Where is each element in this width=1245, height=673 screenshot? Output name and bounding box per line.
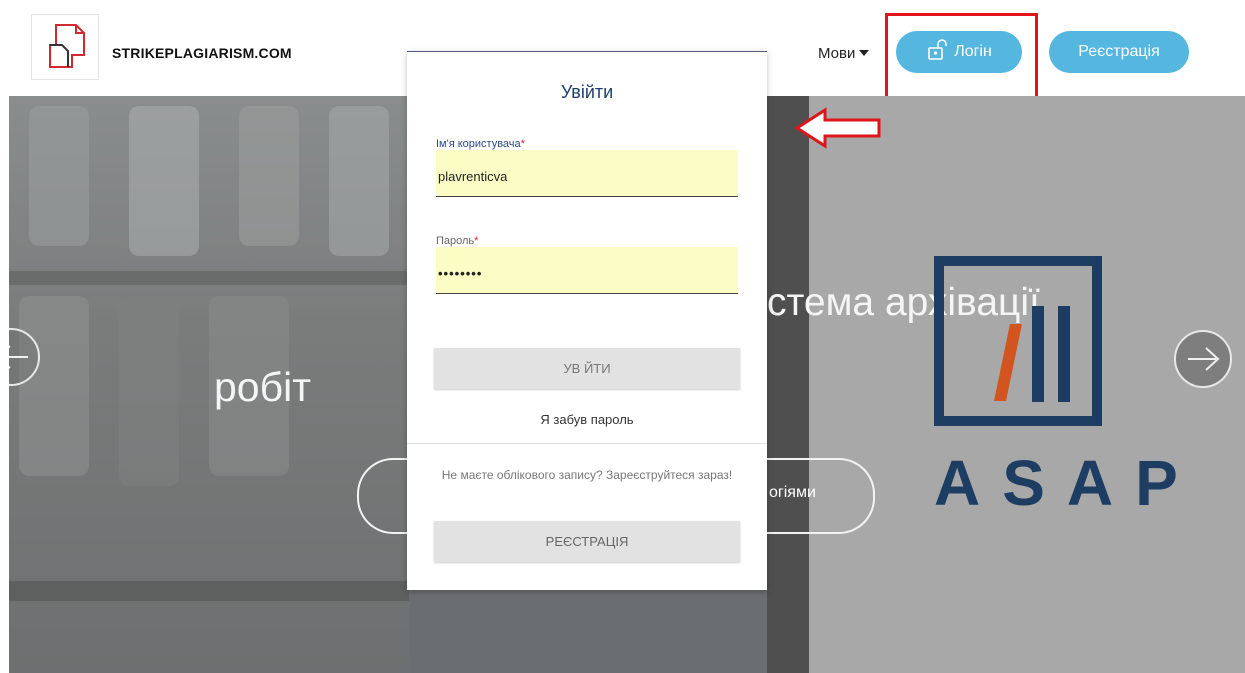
dark-strip: [767, 96, 809, 673]
required-mark: *: [520, 138, 525, 150]
carousel-next-button[interactable]: [1174, 330, 1232, 388]
document-logo-icon: [49, 24, 85, 68]
asap-logo-text: ASAP: [934, 447, 1200, 519]
book-shape: [239, 106, 299, 246]
asap-logo-mark: [994, 306, 1070, 402]
login-submit-button[interactable]: УВ ЙТИ: [434, 348, 740, 389]
modal-register-button[interactable]: РЕЄСТРАЦІЯ: [434, 521, 740, 562]
shelf-board: [9, 581, 409, 601]
modal-divider: [407, 443, 767, 444]
book-shape: [329, 106, 389, 256]
username-field[interactable]: plavrenticva: [436, 150, 738, 197]
book-shape: [129, 106, 199, 256]
password-label: Пароль*: [436, 235, 478, 247]
site-logo[interactable]: [31, 14, 99, 80]
hero-headline-left: робіт: [214, 364, 311, 410]
required-mark: *: [474, 235, 479, 247]
brand-name[interactable]: STRIKEPLAGIARISM.COM: [112, 45, 292, 61]
modal-top-border: [407, 51, 767, 52]
hero-cta-text[interactable]: огіями: [769, 484, 816, 502]
bookshelf-background: [9, 96, 409, 673]
chevron-left-icon: [9, 345, 28, 369]
no-account-text: Не маєте облікового запису? Зареєструйте…: [441, 468, 733, 482]
book-shape: [19, 296, 89, 476]
languages-dropdown[interactable]: Мови: [818, 45, 870, 62]
register-button[interactable]: Реєстрація: [1049, 31, 1189, 73]
username-label: Ім'я користувача*: [436, 138, 525, 150]
book-shape: [119, 296, 179, 486]
book-shape: [29, 106, 89, 246]
pointer-arrow-icon: [794, 107, 881, 149]
login-highlight-annotation: [885, 13, 1038, 106]
shelf-board: [9, 271, 409, 285]
login-modal: Увійти Ім'я користувача* plavrenticva Па…: [407, 51, 767, 590]
chevron-right-icon: [1188, 347, 1220, 371]
password-label-text: Пароль: [436, 235, 475, 247]
password-field[interactable]: ••••••••: [436, 247, 738, 294]
carousel-prev-button[interactable]: [9, 328, 40, 386]
forgot-password-link[interactable]: Я забув пароль: [407, 412, 767, 427]
modal-title: Увійти: [560, 82, 614, 102]
caret-down-icon: [859, 50, 870, 56]
username-label-text: Ім'я користувача: [436, 138, 521, 150]
languages-label: Мови: [818, 45, 856, 62]
asap-logo-frame: [934, 256, 1102, 426]
